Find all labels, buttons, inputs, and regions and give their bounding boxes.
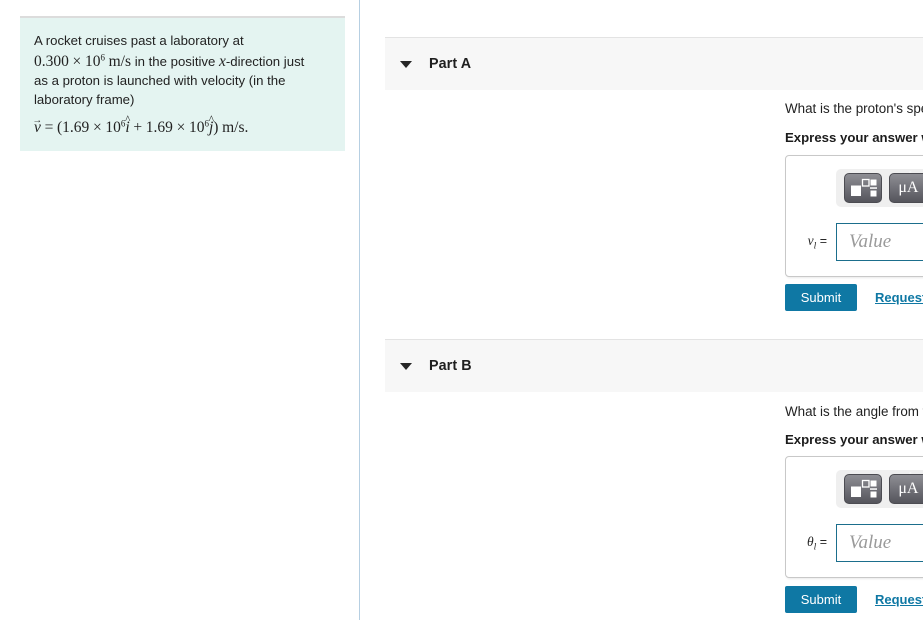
angstrom-ring-icon: ˚ xyxy=(908,170,912,180)
units-mu-symbol: μ xyxy=(898,480,907,497)
part-b-question: What is the angle from the y-axis of the… xyxy=(785,403,923,421)
part-a-title: Part A xyxy=(429,56,472,72)
problem-power-base: 10 xyxy=(84,53,101,70)
problem-times-symbol: × xyxy=(72,53,82,70)
math-template-glyph xyxy=(850,479,877,498)
problem-velocity-equation: v = (1.69 × 106i + 1.69 × 106j) m/s. xyxy=(34,118,331,137)
units-template-label: μA ˚ xyxy=(898,170,919,196)
math-template-glyph xyxy=(850,178,877,197)
math-template-icon[interactable] xyxy=(844,474,883,504)
equation-equals: = xyxy=(44,119,54,136)
units-template-icon[interactable]: μA ˚ xyxy=(889,471,923,504)
equation-term1-times: × xyxy=(92,119,102,136)
part-b-value-input[interactable]: Value xyxy=(836,524,923,562)
caret-down-icon[interactable] xyxy=(400,60,412,68)
part-a-instruction: Express your answer with the appropriate… xyxy=(785,130,923,145)
equation-term1-unit-vector: i xyxy=(125,118,129,137)
part-b-field-row: θl = Value Units xyxy=(786,518,923,568)
part-a-request-answer-link[interactable]: Request Answer xyxy=(875,290,923,305)
problem-speed-units: m/s xyxy=(108,53,132,70)
part-b-submit-button[interactable]: Submit xyxy=(785,586,857,613)
units-angstrom-letter: A ˚ xyxy=(906,170,919,196)
problem-line-1: A rocket cruises past a laboratory at xyxy=(34,33,244,48)
part-a-variable-subscript: l xyxy=(813,240,817,252)
equation-units: m/s. xyxy=(222,119,249,136)
problem-line-4: laboratory frame) xyxy=(34,92,135,107)
velocity-vector-symbol: v xyxy=(34,118,41,137)
equation-close-paren: ) xyxy=(213,119,219,136)
part-b-question-pre: What is the angle from the xyxy=(785,404,923,419)
page-root: A rocket cruises past a laboratory at 0.… xyxy=(0,0,923,620)
part-b-instruction: Express your answer with the appropriate… xyxy=(785,432,923,447)
caret-down-icon[interactable] xyxy=(400,362,412,370)
part-a-math-toolbar: μA ˚ xyxy=(836,169,923,207)
problem-line-3: as a proton is launched with velocity (i… xyxy=(34,73,286,88)
math-template-icon[interactable] xyxy=(844,173,883,203)
problem-line-2-tail-a: in the positive xyxy=(134,54,216,69)
part-a-submit-button[interactable]: Submit xyxy=(785,284,857,311)
part-b-header[interactable]: Part B xyxy=(385,339,923,392)
problem-statement-card: A rocket cruises past a laboratory at 0.… xyxy=(20,16,345,151)
problem-power-exponent: 6 xyxy=(100,52,105,63)
part-b-answer-box: μA ˚ θl = Value xyxy=(785,456,923,578)
part-b-variable-label: θl = xyxy=(786,534,836,553)
equation-term2-coeff: 1.69 xyxy=(145,119,173,136)
part-b-math-toolbar: μA ˚ xyxy=(836,470,923,508)
part-b-request-answer-link[interactable]: Request Answer xyxy=(875,592,923,607)
part-b-equals-sign: = xyxy=(819,534,827,549)
equation-term2-unit-vector: j xyxy=(209,118,213,137)
angstrom-ring-icon: ˚ xyxy=(908,471,912,481)
part-a-variable-label: vl = xyxy=(786,233,836,252)
equation-term2-times: × xyxy=(176,119,186,136)
equation-term1-base: 10 xyxy=(105,119,121,136)
part-a-value-placeholder: Value xyxy=(849,231,892,252)
part-a-answer-box: μA ˚ vl = Value xyxy=(785,155,923,277)
equation-term2-base: 10 xyxy=(188,119,205,136)
problem-line-2-tail-b: -direction just xyxy=(225,54,305,69)
part-a-header[interactable]: Part A xyxy=(385,37,923,90)
part-a-equals-sign: = xyxy=(819,233,827,248)
problem-line-2: 0.300 × 106 m/s in the positive x-direct… xyxy=(34,52,331,71)
equation-term1-coeff: 1.69 xyxy=(62,119,90,136)
part-b-variable-subscript: l xyxy=(813,541,817,553)
units-template-label: μA ˚ xyxy=(898,471,919,497)
part-a-question: What is the proton's speed in the labora… xyxy=(785,101,923,116)
part-b-title: Part B xyxy=(429,358,472,374)
part-a-value-input[interactable]: Value xyxy=(836,223,923,261)
part-b-variable-symbol: θ xyxy=(806,533,814,549)
units-template-icon[interactable]: μA ˚ xyxy=(889,170,923,203)
problem-axis-variable: x xyxy=(219,53,226,70)
equation-plus: + xyxy=(133,119,143,136)
part-a-field-row: vl = Value Units xyxy=(786,217,923,267)
part-b-value-placeholder: Value xyxy=(849,532,892,553)
problem-pane: A rocket cruises past a laboratory at 0.… xyxy=(0,0,360,620)
units-angstrom-letter: A ˚ xyxy=(906,471,919,497)
problem-speed-value: 0.300 xyxy=(34,53,69,70)
units-mu-symbol: μ xyxy=(898,179,907,196)
answer-pane: Part A What is the proton's speed in the… xyxy=(361,0,923,620)
